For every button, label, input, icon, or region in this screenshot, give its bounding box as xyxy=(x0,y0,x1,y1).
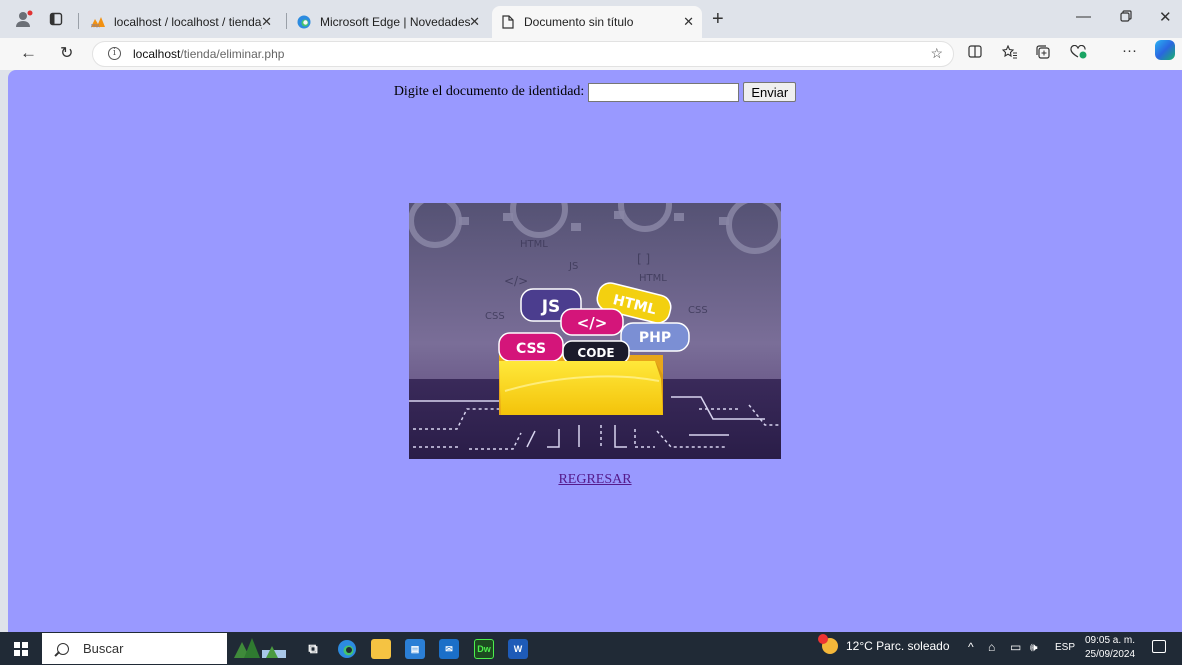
submit-button[interactable]: Enviar xyxy=(743,82,797,102)
clock-time: 09:05 a. m. xyxy=(1085,635,1136,646)
browser-essentials-icon[interactable] xyxy=(1070,44,1088,62)
split-screen-icon[interactable] xyxy=(968,45,982,61)
edge-icon[interactable] xyxy=(337,639,357,659)
bg-word: [ ] xyxy=(637,252,650,266)
code-symbol-tag-bubble: </> xyxy=(560,308,624,336)
tab-actions-icon[interactable] xyxy=(46,9,66,29)
tab-separator xyxy=(78,13,79,29)
refresh-icon[interactable]: ↻ xyxy=(60,43,73,63)
search-icon xyxy=(57,642,69,655)
show-hidden-icons[interactable]: ^ xyxy=(968,640,974,654)
back-arrow-icon[interactable]: ← xyxy=(20,43,37,63)
tab-phpmyadmin[interactable]: PMA localhost / localhost / tienda_aba ✕ xyxy=(82,6,284,38)
url-host: localhost xyxy=(133,47,181,61)
delete-form: Digite el documento de identidad: Enviar xyxy=(8,82,1182,102)
bg-word: HTML xyxy=(639,273,667,284)
notification-icon[interactable] xyxy=(1152,640,1166,653)
tag-code-symbol: </> xyxy=(577,314,608,332)
minimize-icon[interactable]: — xyxy=(1076,8,1091,25)
back-link[interactable]: REGRESAR xyxy=(558,472,631,487)
weather-widget[interactable]: 12°C Parc. soleado xyxy=(818,634,950,654)
bg-word: HTML xyxy=(520,239,548,250)
collections-icon[interactable] xyxy=(1036,45,1051,63)
close-icon[interactable]: ✕ xyxy=(261,14,272,30)
dreamweaver-icon[interactable]: Dw xyxy=(474,639,494,659)
tab-documento[interactable]: Documento sin título ✕ xyxy=(492,6,702,38)
tab-title: localhost / localhost / tienda_aba xyxy=(114,15,262,29)
code-folder-illustration: HTML JS </> [ ] HTML CSS CSS HTML JS PHP… xyxy=(409,203,781,459)
store-icon[interactable]: ▤ xyxy=(405,639,425,659)
tab-title: Documento sin título xyxy=(524,15,634,29)
tab-bar: PMA localhost / localhost / tienda_aba ✕… xyxy=(0,0,1182,38)
tag-js: JS xyxy=(541,297,561,317)
tag-php: PHP xyxy=(639,330,671,346)
weather-icon xyxy=(818,634,838,654)
close-icon[interactable]: ✕ xyxy=(683,14,694,30)
bg-word: CSS xyxy=(688,305,708,316)
phpmyadmin-icon: PMA xyxy=(90,14,106,30)
page-viewport: Digite el documento de identidad: Enviar xyxy=(8,70,1182,632)
favorite-star-icon[interactable]: ☆ xyxy=(930,45,943,62)
css-tag-bubble: CSS xyxy=(498,332,564,362)
network-icon[interactable]: ▭ xyxy=(1010,640,1021,654)
close-window-icon[interactable]: ✕ xyxy=(1159,8,1172,26)
tab-title: Microsoft Edge | Novedades xyxy=(320,15,471,29)
code-tag-bubble: CODE xyxy=(562,340,630,364)
php-tag-bubble: PHP xyxy=(620,322,690,352)
windows-taskbar: Buscar ⧉ ▤ ✉ Dw W 12°C Parc. soleado ^ ⌂… xyxy=(0,632,1182,665)
copilot-icon[interactable] xyxy=(1155,40,1175,60)
profile-icon[interactable] xyxy=(14,9,34,29)
close-icon[interactable]: ✕ xyxy=(469,14,480,30)
url-text[interactable]: localhost/tienda/eliminar.php xyxy=(133,47,284,61)
info-icon[interactable]: i xyxy=(108,47,121,60)
more-options-icon[interactable]: ··· xyxy=(1122,42,1137,59)
task-view-icon[interactable]: ⧉ xyxy=(303,639,323,659)
taskbar-search-label: Buscar xyxy=(83,641,124,656)
file-manager-icon[interactable] xyxy=(371,639,391,659)
document-id-input[interactable] xyxy=(587,82,739,102)
language-indicator[interactable]: ESP xyxy=(1055,642,1075,653)
taskbar-search-box[interactable]: Buscar xyxy=(42,633,227,664)
svg-text:PMA: PMA xyxy=(91,24,100,29)
back-link-container: REGRESAR xyxy=(8,472,1182,488)
clock-date: 25/09/2024 xyxy=(1085,649,1136,660)
volume-icon[interactable]: 🕪 xyxy=(1030,640,1038,655)
navigation-bar: ← ↻ i localhost/tienda/eliminar.php ☆ ··… xyxy=(0,38,1182,70)
mail-icon[interactable]: ✉ xyxy=(439,639,459,659)
edge-icon xyxy=(296,14,312,30)
weather-text: 12°C Parc. soleado xyxy=(846,639,950,653)
tag-css: CSS xyxy=(516,341,546,357)
tag-code: CODE xyxy=(577,346,614,360)
bg-word: </> xyxy=(504,274,528,288)
address-bar[interactable]: i localhost/tienda/eliminar.php ☆ xyxy=(92,41,954,67)
word-icon[interactable]: W xyxy=(508,639,528,659)
new-tab-icon[interactable]: + xyxy=(712,8,724,31)
restore-icon[interactable] xyxy=(1120,10,1132,25)
windows-start-icon[interactable] xyxy=(14,642,28,656)
document-icon xyxy=(500,14,516,30)
bg-word: CSS xyxy=(485,311,505,322)
news-widget-icon[interactable] xyxy=(232,636,288,665)
tab-edge-novedades[interactable]: Microsoft Edge | Novedades ✕ xyxy=(288,6,488,38)
favorites-icon[interactable] xyxy=(1001,44,1018,62)
onedrive-icon[interactable]: ⌂ xyxy=(988,640,995,654)
document-id-label: Digite el documento de identidad: xyxy=(393,84,585,99)
system-clock[interactable]: 09:05 a. m. 25/09/2024 xyxy=(1085,634,1135,662)
bg-word: JS xyxy=(568,261,578,272)
url-path: /tienda/eliminar.php xyxy=(180,47,285,61)
tab-separator xyxy=(286,13,287,29)
